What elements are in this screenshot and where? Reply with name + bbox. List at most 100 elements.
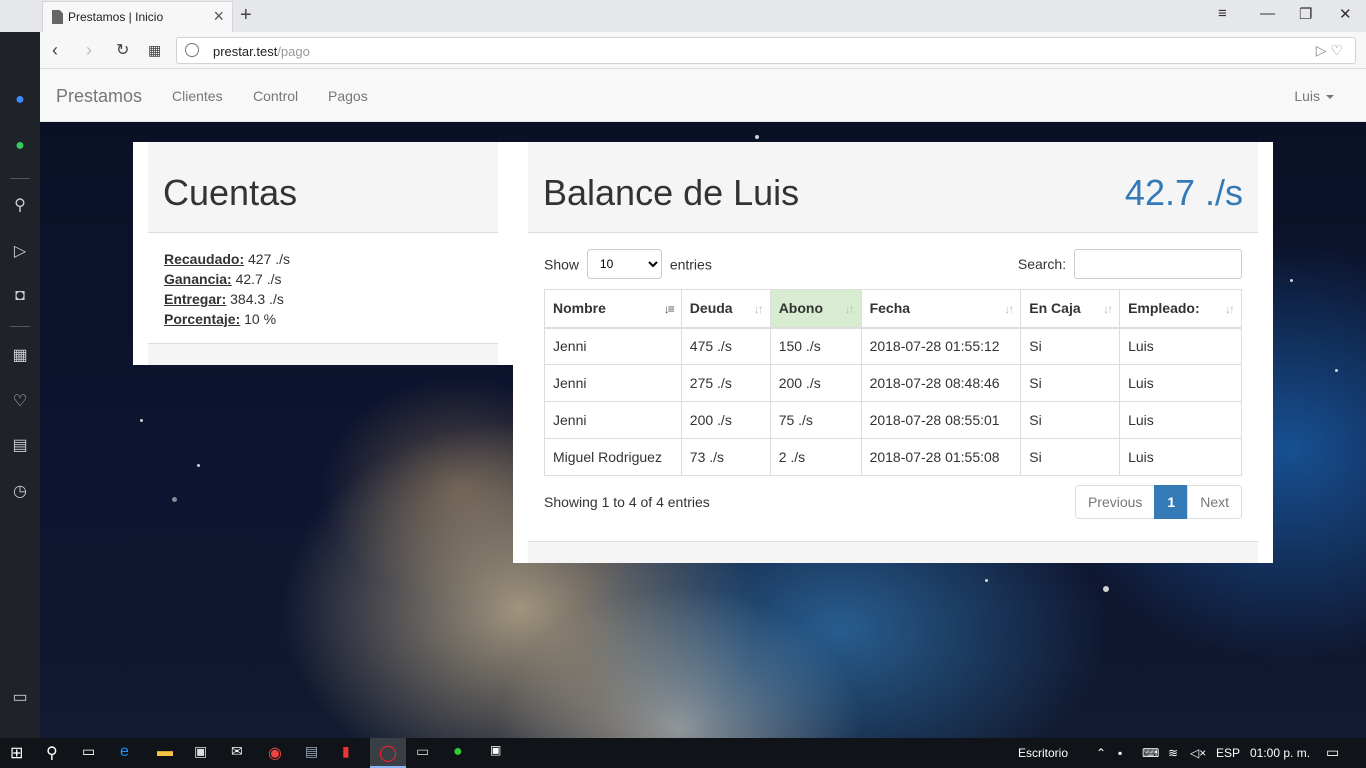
user-menu[interactable]: Luis <box>1294 88 1334 104</box>
cuentas-stats: Recaudado: 427 ./s Ganancia: 42.7 ./s En… <box>164 249 290 329</box>
opera-taskbar-icon[interactable]: ◯ <box>379 743 399 763</box>
xampp-icon[interactable]: ● <box>453 743 473 763</box>
page-button-1[interactable]: 1 <box>1154 485 1189 519</box>
table-info: Showing 1 to 4 of 4 entries <box>544 494 710 510</box>
cell-en-caja: Si <box>1020 364 1121 402</box>
file-explorer-icon[interactable]: ▬ <box>157 743 177 763</box>
desktop-toolbar-label[interactable]: Escritorio <box>1018 746 1068 760</box>
cell-fecha: 2018-07-28 01:55:08 <box>860 438 1022 476</box>
filezilla-icon[interactable]: ▮ <box>342 743 362 763</box>
column-header-abono[interactable]: Abono ↓↑ <box>769 289 862 329</box>
page-length-control: Show 10 entries <box>544 249 712 279</box>
tab-title: Prestamos | Inicio <box>68 10 164 24</box>
windows-taskbar: ⊞ ⚲ ▭ e ▬ ▣ ✉ ◉ ▤ ▮ ◯ ▭ ● ▣ Escritorio ⌃… <box>0 738 1366 768</box>
keyboard-icon[interactable]: ⌨ <box>1142 746 1159 760</box>
volume-muted-icon[interactable]: ◁× <box>1190 746 1206 760</box>
messenger-icon[interactable]: ● <box>10 90 30 110</box>
search-icon[interactable]: ⚲ <box>46 743 66 763</box>
whatsapp-icon[interactable]: ● <box>10 136 30 156</box>
cell-deuda: 475 ./s <box>680 327 771 365</box>
cell-deuda: 200 ./s <box>680 401 771 439</box>
back-icon[interactable]: ‹ <box>52 40 58 61</box>
search-icon[interactable]: ⚲ <box>10 196 30 216</box>
search-label: Search: <box>1017 256 1067 272</box>
table-row: Miguel Rodriguez 73 ./s 2 ./s 2018-07-28… <box>544 438 1242 476</box>
close-window-icon[interactable]: ✕ <box>1339 5 1352 23</box>
send-icon[interactable]: ▷ <box>10 242 30 262</box>
history-icon[interactable]: ◷ <box>10 482 30 502</box>
globe-icon <box>185 43 199 57</box>
sidebar-toggle-icon[interactable]: ▭ <box>10 688 30 708</box>
column-header-en-caja[interactable]: En Caja ↓↑ <box>1020 289 1121 329</box>
news-icon[interactable]: ▤ <box>10 436 30 456</box>
cell-nombre: Miguel Rodriguez <box>544 438 682 476</box>
payments-table: Nombre ↓≡ Deuda ↓↑ Abono ↓↑ Fecha ↓↑ En Caja… <box>544 289 1242 476</box>
chrome-icon[interactable]: ◉ <box>268 743 288 763</box>
user-name: Luis <box>1294 88 1320 104</box>
task-view-icon[interactable]: ▭ <box>82 743 102 763</box>
pagination: Previous 1 Next <box>1074 485 1242 519</box>
cuentas-footer <box>148 343 498 365</box>
show-label: Show <box>544 256 580 273</box>
search-input[interactable] <box>1074 249 1242 279</box>
cell-en-caja: Si <box>1020 401 1121 439</box>
cell-abono: 200 ./s <box>769 364 862 402</box>
tab-menu-icon[interactable]: ≡ <box>1218 5 1227 22</box>
cell-deuda: 73 ./s <box>680 438 771 476</box>
page-size-select[interactable]: 10 <box>586 249 662 279</box>
column-header-deuda[interactable]: Deuda ↓↑ <box>680 289 771 329</box>
nav-link-pagos[interactable]: Pagos <box>328 88 368 104</box>
tabs-grid-icon[interactable]: ▦ <box>148 42 161 59</box>
page-viewport: Prestamos Clientes Control Pagos Luis Cu… <box>40 69 1366 738</box>
action-center-icon[interactable]: ▭ <box>1326 744 1339 761</box>
tray-overflow-icon[interactable]: ⌃ <box>1096 746 1106 760</box>
mail-icon[interactable]: ✉ <box>231 743 251 763</box>
powershell-icon[interactable]: ▣ <box>490 743 510 763</box>
nav-link-control[interactable]: Control <box>253 88 298 104</box>
cell-en-caja: Si <box>1020 438 1121 476</box>
cell-empleado: Luis <box>1119 401 1242 439</box>
url-field[interactable]: prestar.test/pago ▷ ♡ <box>176 37 1356 64</box>
windows-start-icon[interactable]: ⊞ <box>10 743 30 763</box>
camera-icon[interactable]: ◘ <box>10 286 30 306</box>
forward-icon[interactable]: › <box>86 40 92 61</box>
restore-icon[interactable]: ❐ <box>1299 5 1312 23</box>
store-icon[interactable]: ▣ <box>194 743 214 763</box>
cell-empleado: Luis <box>1119 327 1242 365</box>
app-navbar: Prestamos Clientes Control Pagos Luis <box>40 69 1366 122</box>
minimize-icon[interactable]: — <box>1260 5 1275 22</box>
balance-title: Balance de Luis <box>543 172 800 213</box>
sidebar-divider <box>10 178 30 179</box>
speed-dial-icon[interactable]: ▦ <box>10 346 30 366</box>
command-prompt-icon[interactable]: ▭ <box>416 743 436 763</box>
sort-icon: ↓↑ <box>1004 302 1014 316</box>
bookmark-heart-icon[interactable]: ▷ ♡ <box>1316 42 1343 59</box>
heart-icon[interactable]: ♡ <box>10 392 30 412</box>
column-header-fecha[interactable]: Fecha ↓↑ <box>860 289 1022 329</box>
clock[interactable]: 01:00 p. m. <box>1250 746 1310 760</box>
cell-abono: 2 ./s <box>769 438 862 476</box>
new-tab-icon[interactable]: + <box>240 4 252 27</box>
browser-tab[interactable]: Prestamos | Inicio × <box>42 1 233 32</box>
previous-button[interactable]: Previous <box>1074 485 1156 519</box>
edge-icon[interactable]: e <box>120 743 140 763</box>
reload-icon[interactable]: ↻ <box>116 40 129 60</box>
next-button[interactable]: Next <box>1187 485 1242 519</box>
stat-recaudado: Recaudado: 427 ./s <box>164 251 291 267</box>
wifi-icon[interactable]: ≋ <box>1168 746 1178 760</box>
balance-panel: Balance de Luis 42.7 ./s Show 10 entries… <box>513 142 1273 563</box>
opera-sidebar: ● ● ⚲ ▷ ◘ ▦ ♡ ▤ ◷ ▭ <box>0 0 40 738</box>
language-indicator[interactable]: ESP <box>1216 746 1240 760</box>
network-app-icon[interactable]: ▤ <box>305 743 325 763</box>
nav-link-clientes[interactable]: Clientes <box>172 88 223 104</box>
balance-heading: Balance de Luis 42.7 ./s <box>528 142 1258 233</box>
column-header-empleado[interactable]: Empleado: ↓↑ <box>1119 289 1242 329</box>
column-header-nombre[interactable]: Nombre ↓≡ <box>544 289 682 329</box>
cuentas-heading: Cuentas <box>148 142 498 233</box>
table-header-row: Nombre ↓≡ Deuda ↓↑ Abono ↓↑ Fecha ↓↑ En Caja… <box>544 289 1242 329</box>
stat-entregar: Entregar: 384.3 ./s <box>164 291 284 307</box>
cell-fecha: 2018-07-28 08:55:01 <box>860 401 1022 439</box>
close-tab-icon[interactable]: × <box>213 6 224 27</box>
navbar-brand[interactable]: Prestamos <box>56 86 142 107</box>
tray-app-icon[interactable]: ▪ <box>1118 746 1122 760</box>
